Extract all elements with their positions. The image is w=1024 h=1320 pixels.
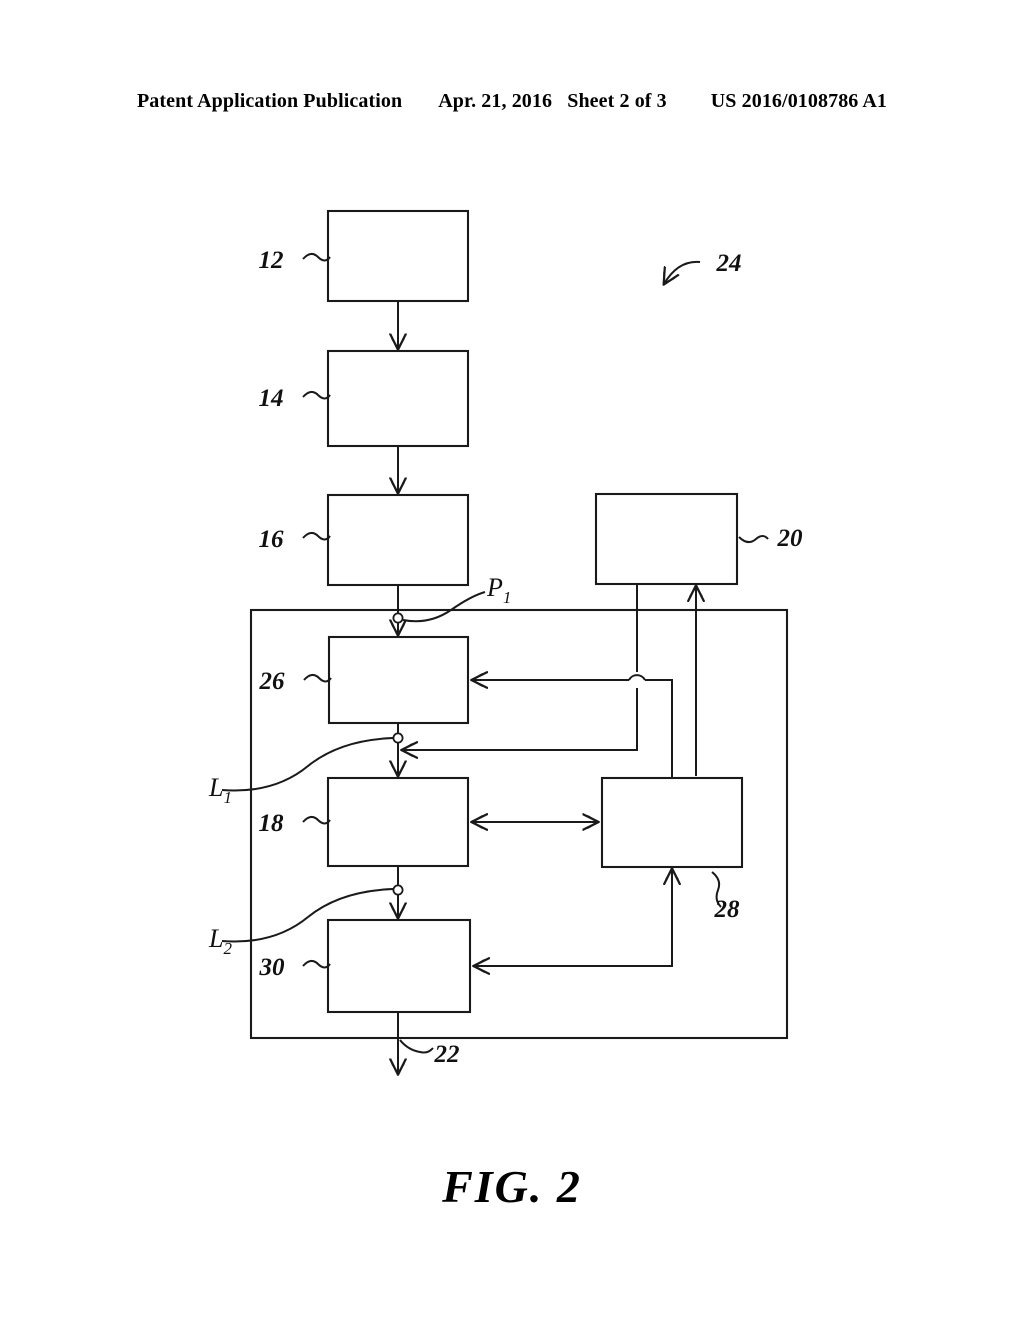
leader-24-arrow xyxy=(664,260,701,284)
connector-28-feedback-to-26 xyxy=(472,680,673,778)
ref-numeral-16: 16 xyxy=(259,526,285,553)
leader-14 xyxy=(302,391,331,400)
leader-26 xyxy=(303,674,332,683)
signal-label-p1: P1 xyxy=(486,573,511,607)
leader-30 xyxy=(302,960,331,969)
leader-18 xyxy=(302,816,331,825)
figure-caption: FIG. 2 xyxy=(442,1161,582,1212)
ref-numeral-12: 12 xyxy=(259,247,284,274)
ref-numeral-14: 14 xyxy=(259,385,284,412)
ref-numeral-24: 24 xyxy=(716,250,742,277)
block-26[interactable] xyxy=(327,635,470,725)
block-12[interactable] xyxy=(326,209,470,303)
ref-numeral-26: 26 xyxy=(259,668,286,695)
signal-l2-subscript: 2 xyxy=(223,939,232,958)
block-30[interactable] xyxy=(326,918,472,1014)
signal-l1-base: L xyxy=(208,773,223,802)
ref-numeral-20: 20 xyxy=(777,525,804,552)
ref-numeral-30: 30 xyxy=(259,954,286,981)
signal-p1-subscript: 1 xyxy=(503,588,512,607)
leader-12 xyxy=(302,253,331,262)
leader-22 xyxy=(399,1039,434,1054)
connector-hop-arc xyxy=(628,674,646,681)
leader-p1 xyxy=(402,591,486,623)
block-14[interactable] xyxy=(326,349,470,448)
patent-page: Patent Application Publication Apr. 21, … xyxy=(0,0,1024,1320)
node-l1 xyxy=(392,732,404,744)
ref-numeral-28: 28 xyxy=(714,896,741,923)
signal-label-l2: L2 xyxy=(208,924,232,958)
signal-p1-base: P xyxy=(486,573,503,602)
node-l2 xyxy=(392,884,404,896)
connector-28-to-30 xyxy=(474,960,673,966)
leader-16 xyxy=(302,532,331,541)
signal-label-l1: L1 xyxy=(208,773,232,807)
block-18[interactable] xyxy=(326,776,470,868)
signal-l2-base: L xyxy=(208,924,223,953)
leader-20 xyxy=(738,535,769,543)
figure-2-block-diagram: 12 14 16 20 26 18 28 30 24 22 P1 L1 L2 xyxy=(208,209,804,1320)
block-20[interactable] xyxy=(594,492,739,586)
block-28[interactable] xyxy=(600,776,744,869)
ref-numeral-22: 22 xyxy=(434,1041,460,1068)
ref-numeral-18: 18 xyxy=(259,810,285,837)
signal-l1-subscript: 1 xyxy=(223,788,232,807)
node-p1 xyxy=(392,612,404,624)
block-16[interactable] xyxy=(326,493,470,587)
